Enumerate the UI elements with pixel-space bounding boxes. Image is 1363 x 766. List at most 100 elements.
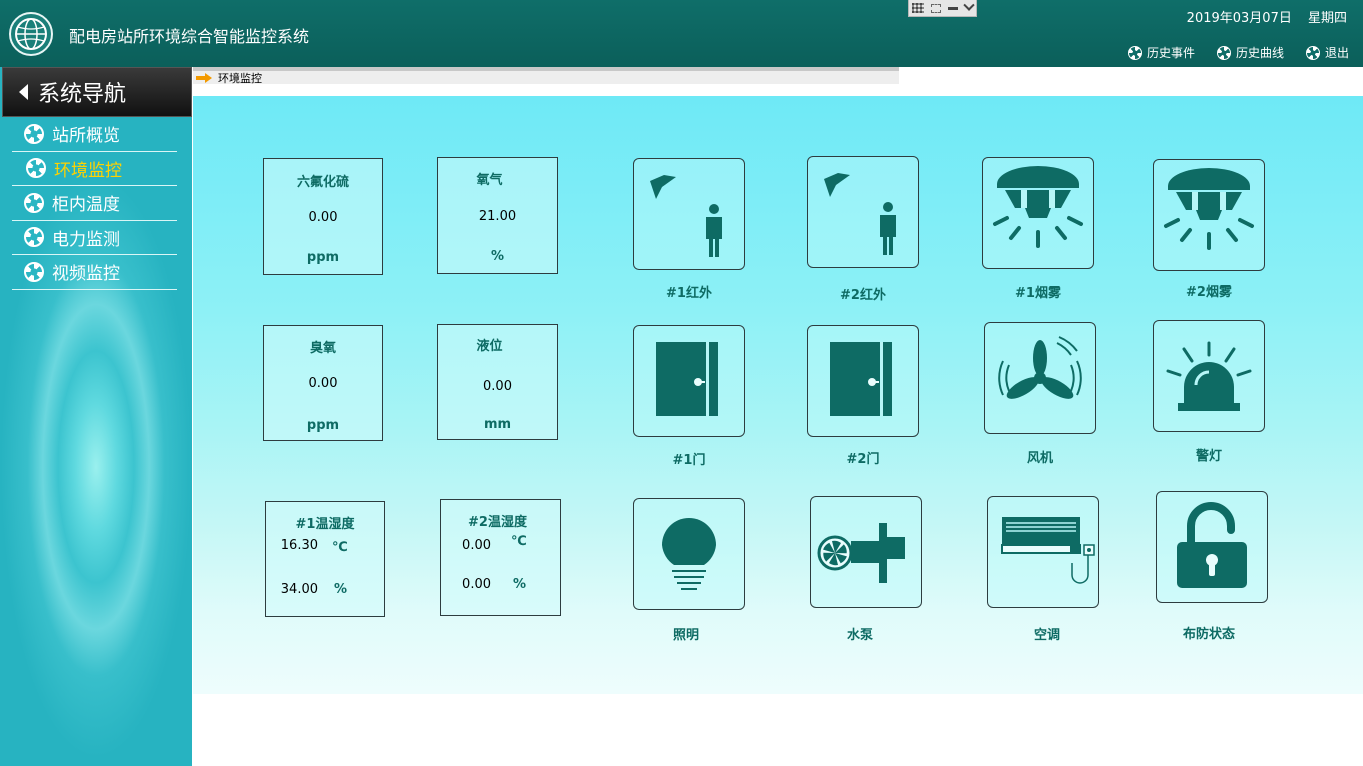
padlock-icon: [1177, 502, 1247, 588]
sidebar-item-power[interactable]: 电力监测: [12, 221, 177, 255]
water-pump-button[interactable]: [810, 496, 922, 608]
infrared-person-icon: [824, 173, 896, 255]
sensor-unit: ppm: [306, 418, 340, 433]
sf6-sensor-card: 六氟化硫 0.00 ppm: [263, 158, 383, 275]
temp-humidity-2-card: #2温湿度 0.00 ℃ 0.00 %: [440, 499, 561, 616]
sensor-title: #1温湿度: [295, 517, 355, 532]
temperature-unit: ℃: [511, 534, 527, 549]
arm-status-button[interactable]: [1156, 491, 1268, 603]
sidebar-item-video[interactable]: 视频监控: [12, 255, 177, 290]
ring-icon: [1305, 45, 1320, 60]
humidity-unit: %: [334, 582, 348, 597]
sensor-value: 0.00: [483, 379, 512, 394]
history-curves-link[interactable]: 历史曲线: [1216, 44, 1284, 61]
ring-icon: [24, 261, 44, 282]
sensor-title: 液位: [476, 339, 503, 354]
chevron-down-icon[interactable]: [962, 0, 975, 11]
window-controls[interactable]: [908, 0, 977, 17]
breadcrumb: 环境监控: [193, 67, 899, 85]
sensor-value: 0.00: [308, 210, 338, 225]
device-label: #1门: [672, 453, 706, 468]
smoke-detector-icon: [993, 166, 1083, 248]
sidebar-item-overview[interactable]: 站所概览: [12, 117, 177, 152]
back-arrow-icon[interactable]: [19, 84, 28, 100]
door-2-button[interactable]: [807, 325, 919, 437]
oxygen-sensor-card: 氧气 21.00 %: [437, 157, 558, 274]
door-icon: [656, 342, 718, 416]
lighting-button[interactable]: [633, 498, 745, 610]
device-label: #1红外: [666, 286, 712, 301]
light-bulb-icon: [662, 518, 716, 590]
infrared-1-button[interactable]: [633, 158, 745, 270]
temperature-value: 0.00: [462, 538, 491, 553]
ring-icon: [24, 123, 44, 144]
sensor-title: #2温湿度: [468, 515, 527, 530]
smoke-1-button[interactable]: [982, 157, 1094, 269]
humidity-unit: %: [513, 577, 527, 592]
alarm-light-icon: [1166, 341, 1252, 411]
minimize-icon[interactable]: [947, 6, 958, 10]
device-label: #1烟雾: [1015, 286, 1061, 301]
smoke-detector-icon: [1164, 168, 1254, 250]
ring-icon: [1216, 45, 1231, 60]
app-title: 配电房站所环境综合智能监控系统: [69, 27, 310, 46]
infrared-2-button[interactable]: [807, 156, 919, 268]
ozone-sensor-card: 臭氧 0.00 ppm: [263, 325, 383, 441]
air-conditioner-button[interactable]: [987, 496, 1099, 608]
device-label: 风机: [1026, 451, 1053, 466]
device-label: 照明: [672, 628, 699, 643]
device-label: #2烟雾: [1186, 285, 1232, 300]
sensor-unit: %: [490, 249, 505, 264]
temperature-row: 16.30 ℃: [258, 538, 348, 555]
sensor-title: 六氟化硫: [296, 175, 349, 190]
sidebar-item-environment[interactable]: 环境监控: [12, 152, 177, 186]
sensor-title: 氧气: [476, 173, 503, 188]
header-links: 历史事件 历史曲线 退出: [1127, 44, 1349, 61]
breadcrumb-label: 环境监控: [218, 71, 262, 85]
sensor-unit: mm: [483, 417, 512, 432]
sensor-unit: ppm: [306, 250, 340, 265]
grid-icon[interactable]: [912, 3, 925, 13]
humidity-value: 0.00: [462, 577, 491, 592]
device-label: 布防状态: [1182, 627, 1235, 642]
infrared-person-icon: [650, 175, 722, 257]
temperature-unit: ℃: [332, 540, 348, 555]
temperature-row: 0.00 ℃: [431, 534, 527, 553]
air-conditioner-icon: [1001, 517, 1095, 584]
door-1-button[interactable]: [633, 325, 745, 437]
date-time: 2019年03月07日 星期四: [1187, 7, 1347, 26]
device-label: 警灯: [1195, 449, 1222, 464]
ring-icon: [24, 192, 44, 213]
water-level-sensor-card: 液位 0.00 mm: [437, 324, 558, 440]
sensor-value: 21.00: [478, 209, 517, 224]
fan-button[interactable]: [984, 322, 1096, 434]
nav-list: 站所概览 环境监控 柜内温度 电力监测 视频监控: [12, 117, 177, 290]
temp-humidity-1-card: #1温湿度 16.30 ℃ 34.00 %: [265, 501, 385, 617]
app-header: 配电房站所环境综合智能监控系统 2019年03月07日 星期四 历史事件 历史曲…: [0, 0, 1363, 67]
sensor-title: 臭氧: [309, 341, 336, 356]
sensor-value: 0.00: [308, 376, 338, 391]
humidity-row: 0.00 %: [431, 577, 526, 592]
device-label: 水泵: [846, 628, 873, 643]
logout-link[interactable]: 退出: [1305, 44, 1349, 61]
fan-icon: [998, 336, 1082, 399]
current-date: 2019年03月07日: [1186, 11, 1292, 26]
nav-title: 系统导航: [38, 82, 127, 107]
alarm-light-button[interactable]: [1153, 320, 1265, 432]
company-logo-icon: [9, 12, 53, 56]
restore-icon[interactable]: [931, 3, 942, 13]
environment-panel: 六氟化硫 0.00 ppm 氧气 21.00 % 臭氧 0.00 ppm 液位 …: [193, 96, 1363, 694]
sidebar-item-cabinet-temp[interactable]: 柜内温度: [12, 186, 177, 221]
temperature-value: 16.30: [280, 538, 318, 553]
humidity-row: 34.00 %: [258, 582, 347, 597]
ring-icon: [24, 227, 44, 248]
nav-header[interactable]: 系统导航: [2, 67, 192, 117]
water-pump-icon: [817, 523, 905, 583]
history-events-link[interactable]: 历史事件: [1127, 44, 1195, 61]
ring-icon: [26, 158, 46, 179]
smoke-2-button[interactable]: [1153, 159, 1265, 271]
sidebar: 系统导航 站所概览 环境监控 柜内温度 电力监测 视频监控: [0, 67, 192, 766]
device-label: #2红外: [840, 288, 886, 303]
device-label: #2门: [846, 452, 880, 467]
door-icon: [830, 342, 892, 416]
